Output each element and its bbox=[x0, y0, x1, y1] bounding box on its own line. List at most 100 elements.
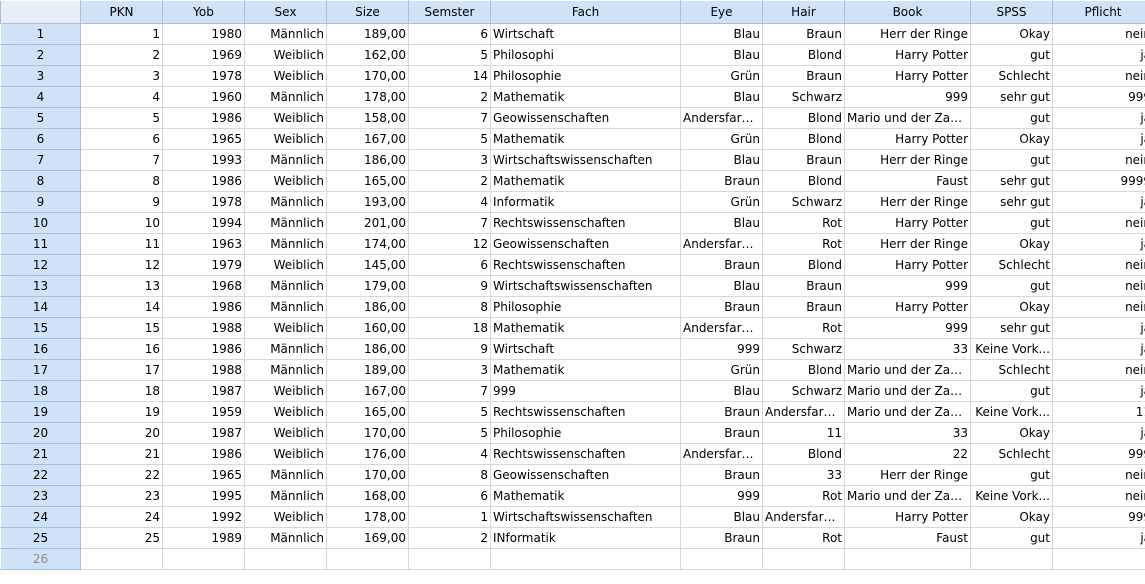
cell-yob[interactable]: 1968 bbox=[162, 275, 245, 297]
cell-pkn[interactable]: 7 bbox=[80, 149, 163, 171]
cell-eye[interactable]: Braun bbox=[680, 401, 763, 423]
cell-pkn[interactable]: 18 bbox=[80, 380, 163, 402]
cell-spss[interactable]: Keine Vork... bbox=[970, 401, 1053, 423]
column-header-yob[interactable]: Yob bbox=[162, 0, 245, 24]
cell-pkn[interactable]: 22 bbox=[80, 464, 163, 486]
cell-fach[interactable]: Mathematik bbox=[490, 359, 681, 381]
cell-size[interactable]: 186,00 bbox=[326, 296, 409, 318]
cell-book[interactable]: Herr der Ringe bbox=[844, 191, 971, 213]
column-header-pflicht[interactable]: Pflicht bbox=[1052, 0, 1145, 24]
cell-yob[interactable]: 1986 bbox=[162, 170, 245, 192]
cell-eye[interactable]: Grün bbox=[680, 359, 763, 381]
cell-hair[interactable]: Braun bbox=[762, 65, 845, 87]
cell-semster[interactable]: 3 bbox=[408, 359, 491, 381]
row-number[interactable]: 16 bbox=[0, 338, 81, 360]
cell-fach[interactable]: Wirtschaftswissenschaften bbox=[490, 506, 681, 528]
cell-fach[interactable]: Wirtschaft bbox=[490, 23, 681, 45]
cell-yob[interactable]: 1959 bbox=[162, 401, 245, 423]
cell-book[interactable]: Harry Potter bbox=[844, 44, 971, 66]
cell-sex[interactable]: Männlich bbox=[244, 338, 327, 360]
cell-spss[interactable]: Keine Vork... bbox=[970, 338, 1053, 360]
cell-size[interactable]: 165,00 bbox=[326, 170, 409, 192]
cell-book[interactable]: 22 bbox=[844, 443, 971, 465]
cell-eye[interactable]: Blau bbox=[680, 86, 763, 108]
cell-fach[interactable]: Wirtschaft bbox=[490, 338, 681, 360]
cell-sex[interactable]: Weiblich bbox=[244, 170, 327, 192]
cell-yob[interactable]: 1965 bbox=[162, 464, 245, 486]
cell-fach[interactable]: Rechtswissenschaften bbox=[490, 443, 681, 465]
cell-spss[interactable]: gut bbox=[970, 527, 1053, 549]
row-number[interactable]: 3 bbox=[0, 65, 81, 87]
cell-pflicht[interactable]: nein bbox=[1052, 149, 1145, 171]
cell-size[interactable]: 186,00 bbox=[326, 338, 409, 360]
cell-spss[interactable]: Schlecht bbox=[970, 359, 1053, 381]
cell-size[interactable]: 168,00 bbox=[326, 485, 409, 507]
cell-size[interactable]: 174,00 bbox=[326, 233, 409, 255]
cell-hair[interactable]: Braun bbox=[762, 275, 845, 297]
cell-semster[interactable]: 5 bbox=[408, 422, 491, 444]
cell-spss[interactable]: gut bbox=[970, 464, 1053, 486]
cell-size[interactable]: 167,00 bbox=[326, 128, 409, 150]
cell-book[interactable]: Mario und der Zau... bbox=[844, 485, 971, 507]
cell-fach[interactable]: Wirtschaftswissenschaften bbox=[490, 275, 681, 297]
cell-pkn[interactable]: 3 bbox=[80, 65, 163, 87]
cell-spss[interactable]: sehr gut bbox=[970, 317, 1053, 339]
cell-size[interactable]: 193,00 bbox=[326, 191, 409, 213]
cell-pkn[interactable]: 14 bbox=[80, 296, 163, 318]
cell-pflicht[interactable] bbox=[1052, 548, 1145, 570]
cell-eye[interactable]: Blau bbox=[680, 44, 763, 66]
cell-eye[interactable]: Blau bbox=[680, 212, 763, 234]
row-number[interactable]: 8 bbox=[0, 170, 81, 192]
cell-fach[interactable]: Rechtswissenschaften bbox=[490, 212, 681, 234]
cell-book[interactable]: Harry Potter bbox=[844, 296, 971, 318]
cell-hair[interactable]: Schwarz bbox=[762, 191, 845, 213]
cell-size[interactable]: 186,00 bbox=[326, 149, 409, 171]
cell-eye[interactable]: Blau bbox=[680, 149, 763, 171]
cell-pflicht[interactable]: 999 bbox=[1052, 506, 1145, 528]
cell-semster[interactable]: 6 bbox=[408, 254, 491, 276]
cell-sex[interactable] bbox=[244, 548, 327, 570]
column-header-book[interactable]: Book bbox=[844, 0, 971, 24]
cell-pflicht[interactable]: ja bbox=[1052, 44, 1145, 66]
cell-yob[interactable]: 1969 bbox=[162, 44, 245, 66]
cell-book[interactable]: 999 bbox=[844, 86, 971, 108]
cell-eye[interactable]: Andersfarbig bbox=[680, 317, 763, 339]
cell-hair[interactable]: Blond bbox=[762, 254, 845, 276]
cell-semster[interactable]: 8 bbox=[408, 296, 491, 318]
cell-spss[interactable]: sehr gut bbox=[970, 191, 1053, 213]
row-number[interactable]: 26 bbox=[0, 548, 81, 570]
cell-spss[interactable]: gut bbox=[970, 44, 1053, 66]
cell-sex[interactable]: Weiblich bbox=[244, 107, 327, 129]
cell-eye[interactable]: 999 bbox=[680, 485, 763, 507]
cell-sex[interactable]: Weiblich bbox=[244, 65, 327, 87]
cell-pflicht[interactable]: nein bbox=[1052, 254, 1145, 276]
cell-yob[interactable]: 1960 bbox=[162, 86, 245, 108]
cell-book[interactable]: 33 bbox=[844, 338, 971, 360]
row-number[interactable]: 22 bbox=[0, 464, 81, 486]
cell-size[interactable]: 170,00 bbox=[326, 422, 409, 444]
cell-hair[interactable]: Schwarz bbox=[762, 380, 845, 402]
cell-spss[interactable]: gut bbox=[970, 149, 1053, 171]
cell-yob[interactable]: 1978 bbox=[162, 191, 245, 213]
cell-pflicht[interactable]: ja bbox=[1052, 380, 1145, 402]
cell-hair[interactable]: Blond bbox=[762, 170, 845, 192]
cell-fach[interactable]: Geowissenschaften bbox=[490, 107, 681, 129]
cell-semster[interactable]: 18 bbox=[408, 317, 491, 339]
cell-hair[interactable]: Rot bbox=[762, 527, 845, 549]
cell-sex[interactable]: Männlich bbox=[244, 296, 327, 318]
cell-size[interactable]: 189,00 bbox=[326, 23, 409, 45]
cell-semster[interactable]: 7 bbox=[408, 380, 491, 402]
column-header-eye[interactable]: Eye bbox=[680, 0, 763, 24]
cell-pflicht[interactable]: ja bbox=[1052, 107, 1145, 129]
cell-hair[interactable]: Blond bbox=[762, 359, 845, 381]
cell-pflicht[interactable]: 999 bbox=[1052, 86, 1145, 108]
cell-spss[interactable]: gut bbox=[970, 107, 1053, 129]
column-header-sex[interactable]: Sex bbox=[244, 0, 327, 24]
row-number[interactable]: 19 bbox=[0, 401, 81, 423]
cell-sex[interactable]: Männlich bbox=[244, 464, 327, 486]
cell-semster[interactable]: 7 bbox=[408, 107, 491, 129]
column-header-pkn[interactable]: PKN bbox=[80, 0, 163, 24]
cell-book[interactable]: Harry Potter bbox=[844, 212, 971, 234]
cell-pkn[interactable]: 9 bbox=[80, 191, 163, 213]
cell-pkn[interactable]: 8 bbox=[80, 170, 163, 192]
